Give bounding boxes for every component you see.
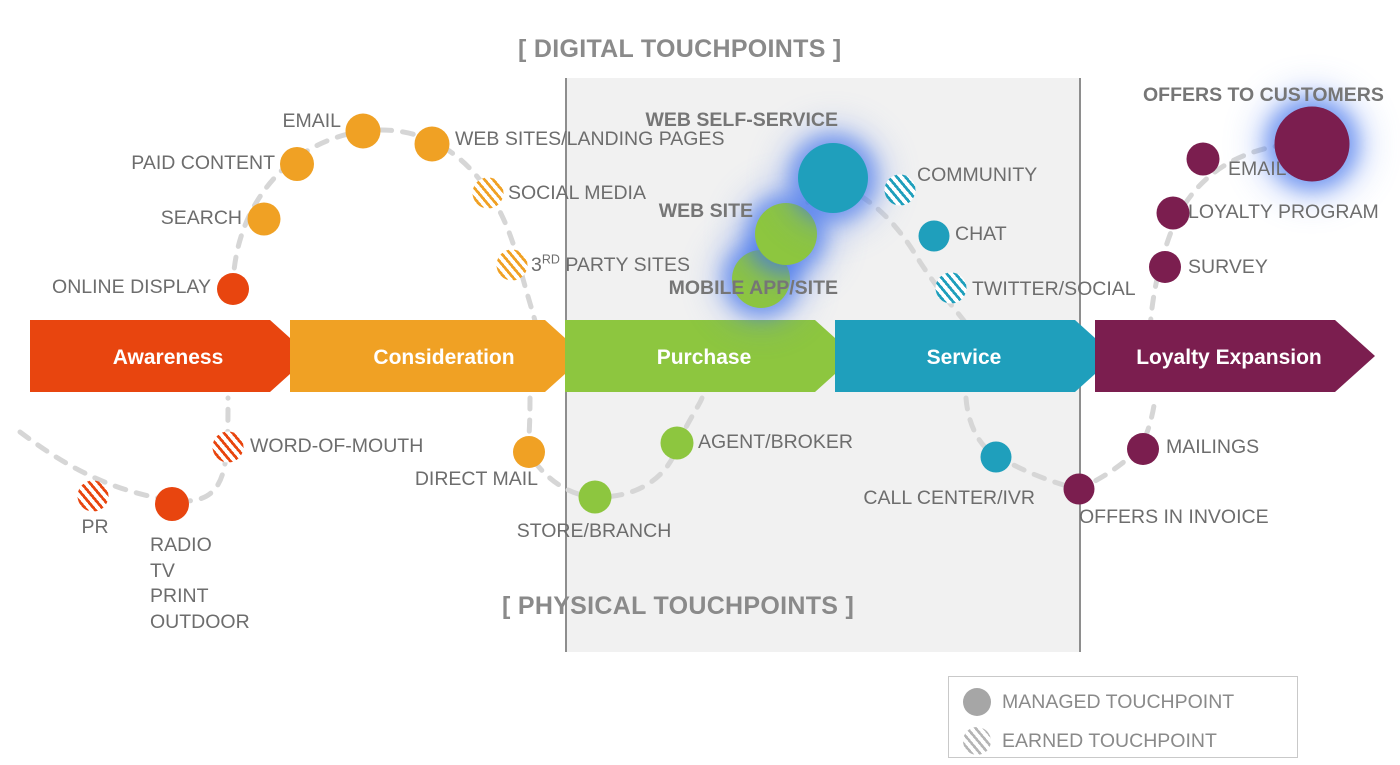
label-third-party-rest: PARTY SITES	[565, 253, 690, 276]
label-store-branch: STORE/BRANCH	[516, 520, 672, 543]
node-paid-content[interactable]	[280, 147, 314, 181]
managed-touchpoint-icon	[963, 688, 991, 716]
label-agent-broker: AGENT/BROKER	[698, 431, 853, 454]
label-community: COMMUNITY	[917, 164, 1038, 187]
label-search: SEARCH	[160, 207, 242, 230]
node-radio-tv-print-outdoor[interactable]	[155, 487, 189, 521]
label-third-party-prefix: 3	[531, 253, 542, 276]
label-print: PRINT	[150, 585, 209, 608]
node-web-site[interactable]	[755, 203, 817, 265]
node-agent-broker[interactable]	[660, 426, 694, 460]
label-mobile-app-site: MOBILE APP/SITE	[668, 277, 838, 300]
legend-row-managed: MANAGED TOUCHPOINT	[963, 688, 1234, 716]
node-twitter-social[interactable]	[935, 272, 967, 304]
node-community[interactable]	[884, 174, 916, 206]
stage-label-awareness: Awareness	[113, 346, 224, 369]
label-radio-tv-print-outdoor: RADIO TV PRINT OUTDOOR	[150, 533, 250, 636]
journey-stage-ribbon: Awareness Consideration Purchase Service…	[30, 320, 1375, 392]
node-pr[interactable]	[77, 480, 109, 512]
label-loyalty-program: LOYALTY PROGRAM	[1188, 201, 1379, 224]
node-email-loyalty[interactable]	[1186, 142, 1220, 176]
node-mailings[interactable]	[1127, 433, 1159, 465]
node-web-self-service[interactable]	[798, 143, 868, 213]
stage-label-purchase: Purchase	[657, 346, 752, 369]
node-online-display[interactable]	[217, 273, 249, 305]
label-paid-content: PAID CONTENT	[131, 152, 275, 175]
label-web-self-service: WEB SELF-SERVICE	[645, 109, 839, 132]
label-pr: PR	[81, 516, 109, 539]
label-email-awareness: EMAIL	[282, 110, 341, 133]
label-email-loyalty: EMAIL	[1228, 158, 1287, 181]
label-outdoor: OUTDOOR	[150, 611, 250, 634]
curve-lower-left	[17, 395, 231, 504]
label-radio: RADIO	[150, 534, 212, 556]
node-call-center-ivr[interactable]	[980, 441, 1012, 473]
label-call-center-ivr: CALL CENTER/IVR	[863, 487, 1035, 510]
label-third-party-superscript: RD	[541, 252, 560, 267]
node-third-party-sites[interactable]	[496, 249, 528, 281]
curve-upper-left	[230, 127, 540, 333]
node-web-sites-landing-pages[interactable]	[414, 126, 450, 162]
node-store-branch[interactable]	[578, 480, 612, 514]
label-mailings: MAILINGS	[1166, 436, 1260, 459]
legend: MANAGED TOUCHPOINT EARNED TOUCHPOINT	[948, 676, 1298, 758]
label-word-of-mouth: WORD-OF-MOUTH	[250, 435, 424, 458]
label-twitter-social: TWITTER/SOCIAL	[972, 278, 1136, 301]
node-survey[interactable]	[1149, 251, 1181, 283]
node-social-media[interactable]	[472, 177, 504, 209]
legend-row-earned: EARNED TOUCHPOINT	[963, 727, 1217, 755]
node-search[interactable]	[247, 202, 281, 236]
stage-label-service: Service	[927, 346, 1002, 369]
node-email-awareness[interactable]	[345, 113, 381, 149]
stage-label-loyalty: Loyalty Expansion	[1136, 346, 1322, 369]
node-offers-in-invoice[interactable]	[1063, 473, 1095, 505]
label-direct-mail: DIRECT MAIL	[414, 468, 538, 491]
label-third-party-sites: 3RD PARTY SITES	[531, 251, 690, 278]
earned-touchpoint-icon	[963, 727, 991, 755]
node-word-of-mouth[interactable]	[212, 431, 244, 463]
node-loyalty-program[interactable]	[1156, 196, 1190, 230]
label-offers-to-customers: OFFERS TO CUSTOMERS	[1143, 84, 1384, 107]
node-chat[interactable]	[918, 220, 950, 252]
stage-label-consideration: Consideration	[373, 346, 514, 369]
label-offers-in-invoice: OFFERS IN INVOICE	[1079, 506, 1269, 529]
journey-diagram: [ DIGITAL TOUCHPOINTS ] [ PHYSICAL TOUCH…	[0, 0, 1400, 765]
label-social-media: SOCIAL MEDIA	[508, 182, 646, 205]
label-web-site: WEB SITE	[658, 200, 753, 223]
node-direct-mail[interactable]	[513, 436, 545, 468]
label-chat: CHAT	[955, 223, 1007, 246]
label-survey: SURVEY	[1188, 256, 1268, 279]
legend-managed-label: MANAGED TOUCHPOINT	[1002, 690, 1235, 713]
label-online-display: ONLINE DISPLAY	[52, 276, 211, 299]
label-tv: TV	[150, 559, 175, 582]
legend-earned-label: EARNED TOUCHPOINT	[1002, 729, 1217, 752]
